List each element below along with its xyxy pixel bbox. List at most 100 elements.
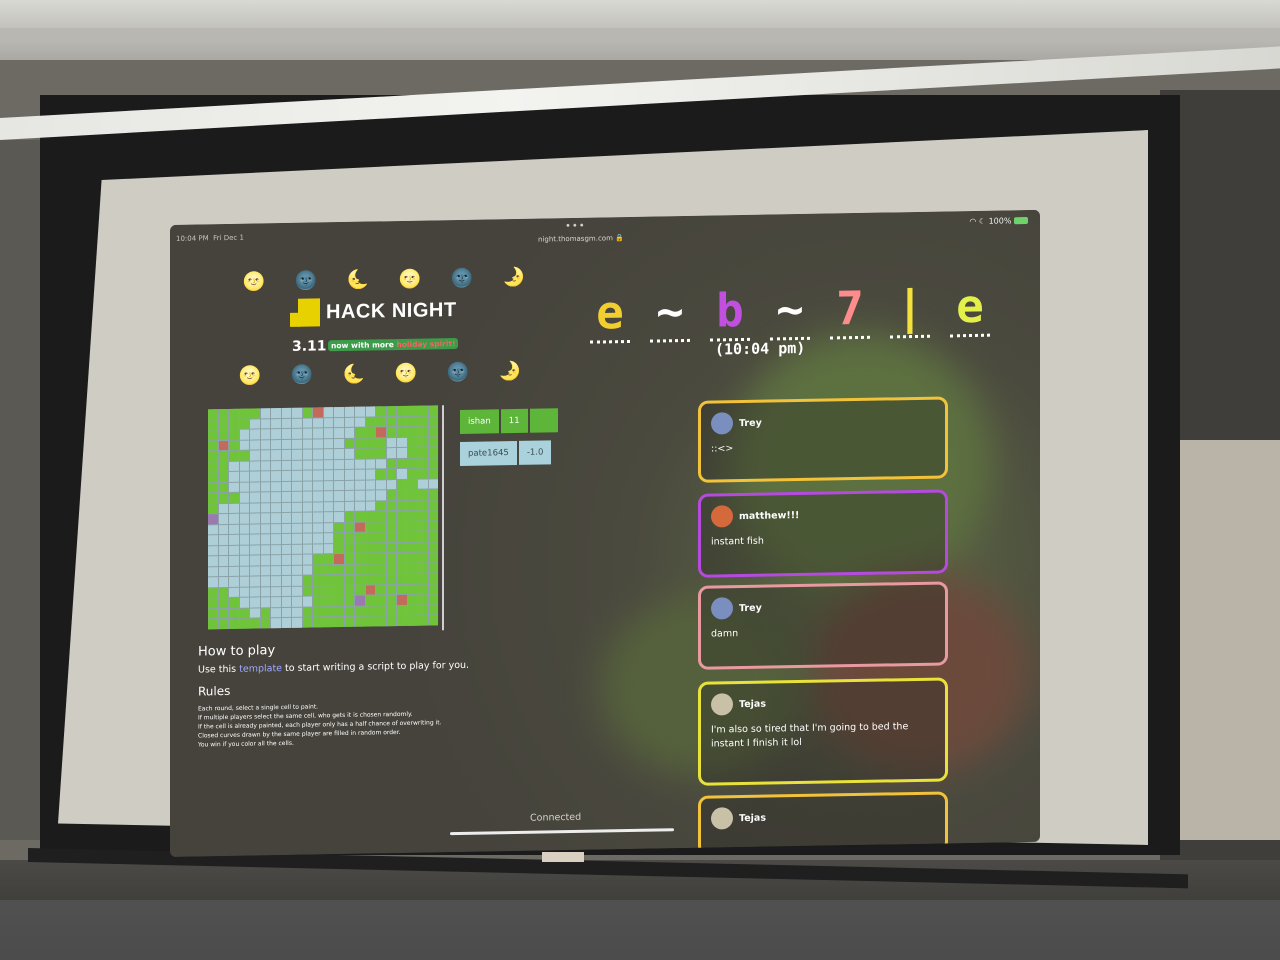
grid-cell[interactable] <box>428 405 438 416</box>
grid-cell[interactable] <box>397 511 407 521</box>
grid-cell[interactable] <box>397 563 407 574</box>
grid-cell[interactable] <box>292 533 302 544</box>
grid-cell[interactable] <box>239 419 249 429</box>
grid-cell[interactable] <box>397 584 407 595</box>
grid-cell[interactable] <box>376 406 386 416</box>
grid-cell[interactable] <box>365 437 375 448</box>
grid-cell[interactable] <box>376 437 386 448</box>
grid-cell[interactable] <box>428 521 438 531</box>
grid-cell[interactable] <box>386 458 396 469</box>
grid-cell[interactable] <box>376 427 386 437</box>
grid-cell[interactable] <box>323 470 333 480</box>
grid-cell[interactable] <box>218 440 228 451</box>
grid-cell[interactable] <box>323 491 333 502</box>
grid-cell[interactable] <box>313 480 323 491</box>
grid-cell[interactable] <box>397 447 407 458</box>
grid-cell[interactable] <box>302 607 312 618</box>
grid-cell[interactable] <box>292 586 302 597</box>
grid-cell[interactable] <box>334 543 344 554</box>
grid-cell[interactable] <box>418 405 428 416</box>
grid-cell[interactable] <box>302 533 312 544</box>
grid-cell[interactable] <box>334 617 344 628</box>
grid-cell[interactable] <box>260 597 270 608</box>
grid-cell[interactable] <box>229 556 239 566</box>
grid-cell[interactable] <box>386 500 396 511</box>
grid-cell[interactable] <box>229 419 239 430</box>
grid-cell[interactable] <box>355 438 365 448</box>
grid-cell[interactable] <box>313 470 323 481</box>
grid-cell[interactable] <box>386 563 396 574</box>
grid-cell[interactable] <box>418 447 428 458</box>
grid-cell[interactable] <box>386 574 396 585</box>
grid-cell[interactable] <box>407 563 417 574</box>
grid-cell[interactable] <box>397 426 407 437</box>
grid-cell[interactable] <box>260 618 270 629</box>
grid-cell[interactable] <box>313 554 323 565</box>
grid-cell[interactable] <box>281 555 291 565</box>
grid-cell[interactable] <box>397 416 407 427</box>
grid-cell[interactable] <box>418 458 428 468</box>
grid-cell[interactable] <box>229 577 239 587</box>
grid-cell[interactable] <box>418 542 428 552</box>
grid-cell[interactable] <box>376 564 386 574</box>
grid-cell[interactable] <box>365 501 375 511</box>
grid-cell[interactable] <box>376 595 386 606</box>
grid-cell[interactable] <box>271 450 281 460</box>
grid-cell[interactable] <box>218 577 228 588</box>
grid-cell[interactable] <box>281 460 291 471</box>
grid-cell[interactable] <box>344 490 354 501</box>
grid-cell[interactable] <box>365 564 375 574</box>
grid-cell[interactable] <box>397 469 407 479</box>
grid-cell[interactable] <box>407 542 417 553</box>
grid-cell[interactable] <box>418 552 428 563</box>
grid-cell[interactable] <box>386 616 396 627</box>
grid-cell[interactable] <box>407 405 417 416</box>
grid-cell[interactable] <box>208 588 218 598</box>
grid-cell[interactable] <box>260 555 270 566</box>
grid-cell[interactable] <box>407 479 417 490</box>
grid-cell[interactable] <box>292 618 302 628</box>
grid-cell[interactable] <box>365 522 375 532</box>
grid-cell[interactable] <box>260 513 270 524</box>
grid-cell[interactable] <box>407 500 417 511</box>
grid-cell[interactable] <box>229 619 239 629</box>
grid-cell[interactable] <box>344 533 354 543</box>
grid-cell[interactable] <box>376 490 386 501</box>
grid-cell[interactable] <box>271 502 281 513</box>
grid-cell[interactable] <box>313 449 323 460</box>
grid-cell[interactable] <box>334 459 344 470</box>
grid-cell[interactable] <box>386 521 396 532</box>
grid-cell[interactable] <box>365 416 375 427</box>
grid-cell[interactable] <box>250 545 260 555</box>
grid-cell[interactable] <box>418 489 428 500</box>
grid-cell[interactable] <box>407 447 417 458</box>
grid-cell[interactable] <box>355 522 365 533</box>
grid-cell[interactable] <box>355 406 365 417</box>
grid-cell[interactable] <box>250 471 260 482</box>
grid-cell[interactable] <box>355 617 365 627</box>
grid-cell[interactable] <box>355 490 365 501</box>
grid-cell[interactable] <box>292 523 302 534</box>
grid-cell[interactable] <box>386 479 396 490</box>
grid-cell[interactable] <box>229 514 239 524</box>
grid-cell[interactable] <box>302 575 312 586</box>
grid-cell[interactable] <box>250 440 260 450</box>
grid-cell[interactable] <box>302 460 312 470</box>
grid-cell[interactable] <box>344 617 354 627</box>
grid-cell[interactable] <box>208 472 218 482</box>
grid-cell[interactable] <box>260 502 270 513</box>
grid-cell[interactable] <box>239 587 249 598</box>
grid-cell[interactable] <box>260 429 270 439</box>
grid-cell[interactable] <box>344 448 354 459</box>
grid-cell[interactable] <box>376 606 386 616</box>
grid-cell[interactable] <box>239 471 249 482</box>
grid-cell[interactable] <box>229 492 239 503</box>
grid-cell[interactable] <box>302 439 312 449</box>
grid-cell[interactable] <box>281 481 291 492</box>
grid-cell[interactable] <box>428 489 438 500</box>
grid-cell[interactable] <box>386 427 396 437</box>
grid-cell[interactable] <box>281 565 291 576</box>
grid-cell[interactable] <box>250 450 260 461</box>
grid-cell[interactable] <box>250 618 260 629</box>
grid-cell[interactable] <box>407 437 417 447</box>
